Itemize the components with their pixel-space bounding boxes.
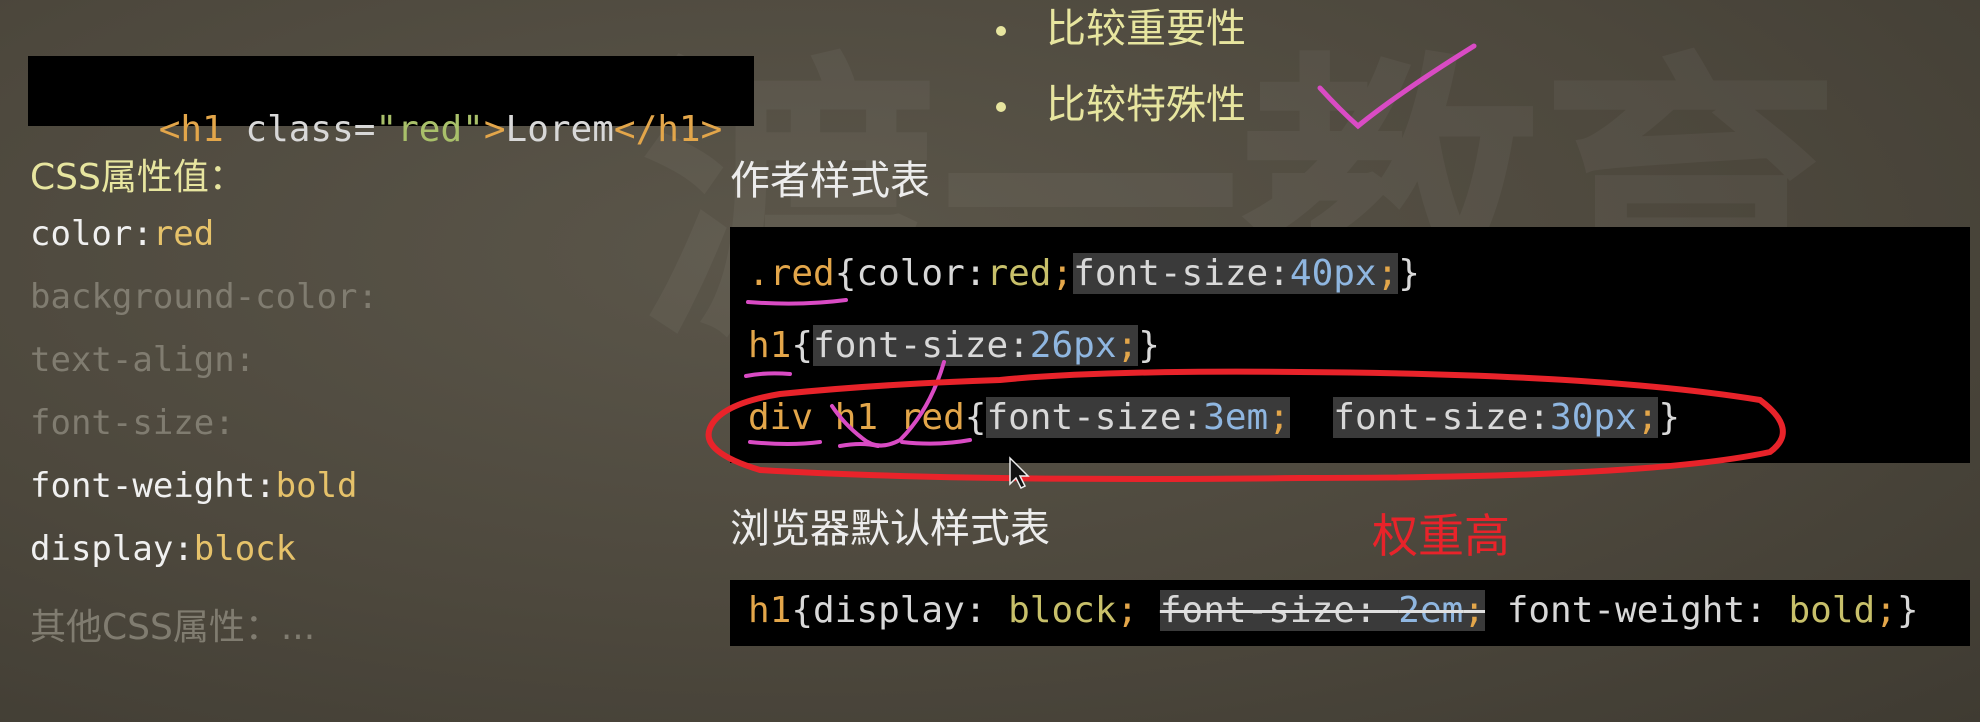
checkmark-icon: [1317, 43, 1477, 130]
circle-annotation: [705, 368, 1786, 482]
mouse-cursor-icon: [1009, 456, 1030, 490]
annotation-layer: [705, 43, 1786, 490]
tally-marks: [830, 360, 946, 448]
underline-div-selector: [748, 440, 822, 446]
underline-h1-selector: [744, 371, 792, 378]
underline-red-selector: [746, 298, 848, 306]
underline-red-selector-2: [900, 438, 972, 446]
